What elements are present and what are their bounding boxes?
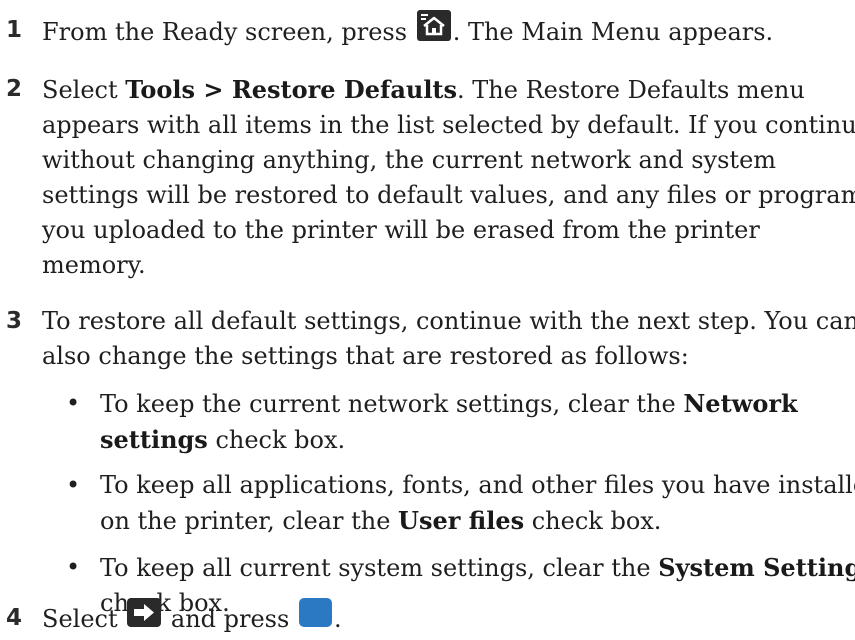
step-number: 3 bbox=[6, 308, 23, 334]
arrow-right-icon bbox=[127, 598, 162, 637]
bullet-dot: • bbox=[66, 553, 81, 581]
step-text: From the Ready screen, press . The Main … bbox=[42, 10, 850, 54]
step-number: 1 bbox=[6, 17, 23, 43]
bullet-dot: • bbox=[66, 389, 81, 417]
document-page: 1 From the Ready screen, press . The Mai… bbox=[0, 0, 855, 638]
step-text: Select Tools > Restore Defaults. The Res… bbox=[42, 75, 855, 279]
step-number: 2 bbox=[6, 76, 23, 102]
step-number: 4 bbox=[6, 605, 23, 631]
bullet-dot: • bbox=[66, 471, 81, 499]
enter-button-icon bbox=[298, 598, 332, 637]
home-menu-icon bbox=[416, 10, 451, 51]
menu-path: Tools > Restore Defaults bbox=[125, 75, 458, 104]
step-text: Select and press . bbox=[42, 598, 850, 640]
step-text: To restore all default settings, continu… bbox=[42, 307, 855, 370]
